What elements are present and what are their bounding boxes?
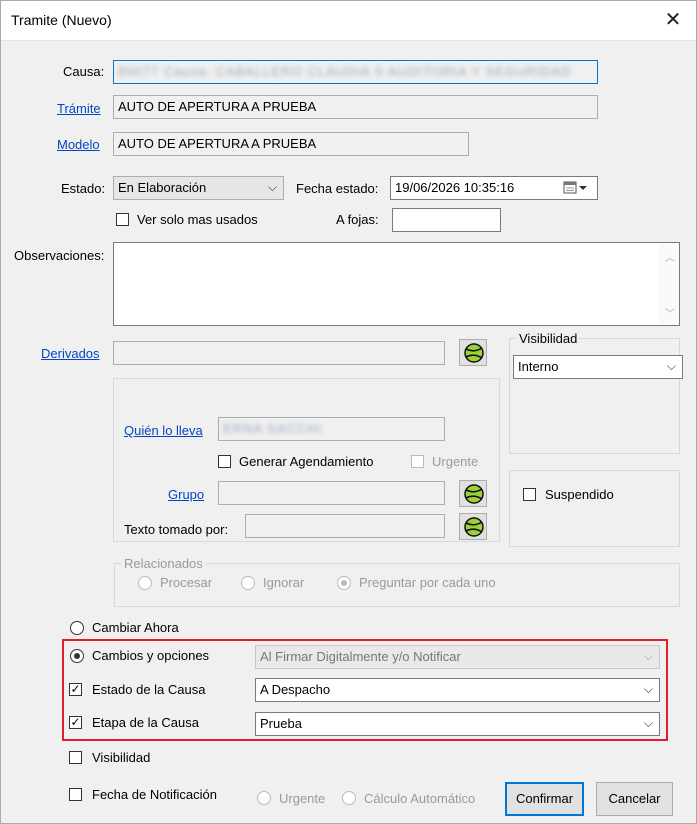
texto-lookup-button[interactable] [459, 513, 487, 540]
grupo-lookup-button[interactable] [459, 480, 487, 507]
relacionados-title: Relacionados [122, 556, 205, 571]
chevron-down-icon: ⌵ [643, 682, 653, 696]
tennis-ball-icon [464, 343, 484, 363]
derivados-lookup-button[interactable] [459, 339, 487, 366]
estado-causa-label: Estado de la Causa [92, 682, 206, 697]
urgente-checkbox[interactable] [411, 455, 424, 468]
etapa-causa-label: Etapa de la Causa [92, 715, 199, 730]
cambiar-ahora-radio[interactable] [70, 621, 84, 635]
ver-solo-checkbox[interactable] [116, 213, 129, 226]
cambiar-ahora-label: Cambiar Ahora [92, 620, 179, 635]
quien-value: ERNA SACCHI [223, 421, 323, 436]
chevron-down-icon: ⌵ [643, 716, 653, 730]
afojas-label: A fojas: [336, 212, 379, 227]
tennis-ball-icon [464, 517, 484, 537]
tramite-field[interactable]: AUTO DE APERTURA A PRUEBA [113, 95, 598, 119]
fecha-notificacion-label: Fecha de Notificación [92, 787, 218, 802]
tramite-link[interactable]: Trámite [57, 101, 101, 116]
fecha-estado-value: 19/06/2026 10:35:16 [395, 180, 515, 195]
suspendido-label: Suspendido [545, 487, 614, 502]
visibilidad-group-title: Visibilidad [517, 331, 580, 346]
fecha-notificacion-checkbox[interactable] [69, 788, 82, 801]
generar-agendamiento-checkbox[interactable] [218, 455, 231, 468]
procesar-radio[interactable] [138, 576, 152, 590]
quien-lo-lleva-field[interactable]: ERNA SACCHI [218, 417, 445, 441]
tennis-ball-icon [464, 484, 484, 504]
etapa-causa-select[interactable]: Prueba ⌵ [255, 712, 660, 736]
visibilidad-checkbox[interactable] [69, 751, 82, 764]
fecha-estado-picker[interactable]: 19/06/2026 10:35:16 [390, 176, 598, 200]
visibilidad-value: Interno [518, 359, 559, 374]
quien-lo-lleva-link[interactable]: Quién lo lleva [124, 423, 203, 438]
etapa-causa-value: Prueba [260, 716, 302, 731]
chevron-down-icon: ⌵ [643, 649, 653, 663]
cambios-opciones-label: Cambios y opciones [92, 648, 210, 663]
confirmar-button[interactable]: Confirmar [505, 782, 584, 816]
urgente-notif-radio[interactable] [257, 791, 271, 805]
window-title: Tramite (Nuevo) [11, 12, 112, 28]
etapa-causa-checkbox[interactable]: ✓ [69, 716, 82, 729]
estado-select[interactable]: En Elaboración ⌵ [113, 176, 284, 200]
modelo-field[interactable]: AUTO DE APERTURA A PRUEBA [113, 132, 469, 156]
cambios-select[interactable]: Al Firmar Digitalmente y/o Notificar ⌵ [255, 645, 660, 669]
estado-label: Estado: [61, 181, 106, 196]
observaciones-label: Observaciones: [14, 248, 105, 263]
observaciones-textarea[interactable]: ︿ ﹀ [113, 242, 680, 326]
fecha-estado-label: Fecha estado: [296, 181, 379, 196]
preguntar-radio[interactable] [337, 576, 351, 590]
close-icon[interactable]: ✕ [658, 7, 688, 33]
ignorar-label: Ignorar [263, 575, 305, 590]
urgente-notif-label: Urgente [279, 791, 326, 806]
scroll-down-icon[interactable]: ﹀ [665, 305, 675, 320]
causa-field[interactable]: 89077 Causa: CABALLERO CLAUDIA S AUDITOR… [113, 60, 598, 84]
calculo-automatico-radio[interactable] [342, 791, 356, 805]
cancelar-button[interactable]: Cancelar [596, 782, 673, 816]
visibilidad-label: Visibilidad [92, 750, 151, 765]
cambios-value: Al Firmar Digitalmente y/o Notificar [260, 649, 461, 664]
texto-tomado-field[interactable] [245, 514, 445, 538]
tramite-value: AUTO DE APERTURA A PRUEBA [118, 99, 317, 114]
modelo-value: AUTO DE APERTURA A PRUEBA [118, 136, 317, 151]
grupo-link[interactable]: Grupo [168, 487, 204, 502]
estado-causa-checkbox[interactable]: ✓ [69, 683, 82, 696]
observaciones-scrollbar[interactable]: ︿ ﹀ [659, 243, 679, 325]
procesar-label: Procesar [160, 575, 213, 590]
calendar-icon[interactable] [563, 181, 593, 198]
scroll-up-icon[interactable]: ︿ [665, 249, 675, 264]
causa-label: Causa: [63, 64, 105, 79]
afojas-input[interactable] [392, 208, 501, 232]
ver-solo-label: Ver solo mas usados [137, 212, 258, 227]
visibilidad-select[interactable]: Interno ⌵ [513, 355, 683, 379]
cambios-opciones-radio[interactable] [70, 649, 84, 663]
urgente-label: Urgente [432, 454, 479, 469]
causa-value: 89077 Causa: CABALLERO CLAUDIA S AUDITOR… [118, 64, 572, 79]
calculo-automatico-label: Cálculo Automático [364, 791, 476, 806]
preguntar-label: Preguntar por cada uno [359, 575, 496, 590]
estado-causa-select[interactable]: A Despacho ⌵ [255, 678, 660, 702]
estado-value: En Elaboración [118, 180, 207, 195]
texto-tomado-label: Texto tomado por: [124, 522, 229, 537]
modelo-link[interactable]: Modelo [57, 137, 100, 152]
chevron-down-icon: ⌵ [666, 359, 676, 373]
grupo-field[interactable] [218, 481, 445, 505]
estado-causa-value: A Despacho [260, 682, 331, 697]
suspendido-group [509, 470, 680, 547]
derivados-field[interactable] [113, 341, 445, 365]
generar-agendamiento-label: Generar Agendamiento [239, 454, 374, 469]
suspendido-checkbox[interactable] [523, 488, 536, 501]
derivados-link[interactable]: Derivados [41, 346, 100, 361]
ignorar-radio[interactable] [241, 576, 255, 590]
chevron-down-icon: ⌵ [267, 180, 277, 194]
